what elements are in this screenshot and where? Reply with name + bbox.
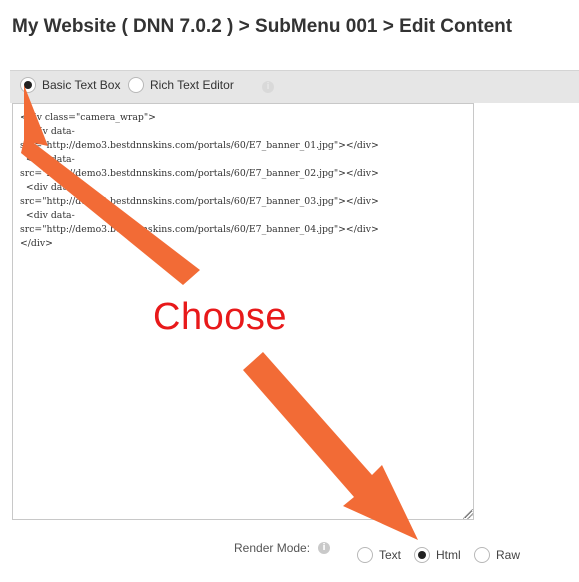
render-mode-label: Render Mode:: [234, 541, 311, 555]
radio-selected-icon[interactable]: [20, 77, 36, 93]
render-mode-raw-radio[interactable]: Raw: [474, 547, 520, 563]
rich-text-editor-radio[interactable]: Rich Text Editor: [128, 77, 234, 93]
render-mode-text-radio[interactable]: Text: [357, 547, 401, 563]
page-title: My Website ( DNN 7.0.2 ) > SubMenu 001 >…: [12, 16, 513, 37]
render-mode-text-label: Text: [379, 548, 402, 562]
basic-text-box-radio[interactable]: Basic Text Box: [20, 77, 120, 93]
info-icon[interactable]: i: [262, 81, 274, 93]
radio-unselected-icon[interactable]: [474, 547, 490, 563]
editor-mode-toolbar: Basic Text Box Rich Text Editor i: [10, 70, 579, 103]
radio-unselected-icon[interactable]: [357, 547, 373, 563]
basic-text-box-label: Basic Text Box: [42, 78, 121, 92]
choose-annotation-text: Choose: [153, 296, 287, 338]
render-mode-raw-label: Raw: [496, 548, 521, 562]
radio-selected-icon[interactable]: [414, 547, 430, 563]
render-mode-html-radio[interactable]: Html: [414, 547, 461, 563]
info-icon[interactable]: i: [318, 542, 330, 554]
resize-grip-icon[interactable]: [463, 509, 473, 519]
radio-unselected-icon[interactable]: [128, 77, 144, 93]
render-mode-html-label: Html: [436, 548, 461, 562]
rich-text-editor-label: Rich Text Editor: [150, 78, 234, 92]
